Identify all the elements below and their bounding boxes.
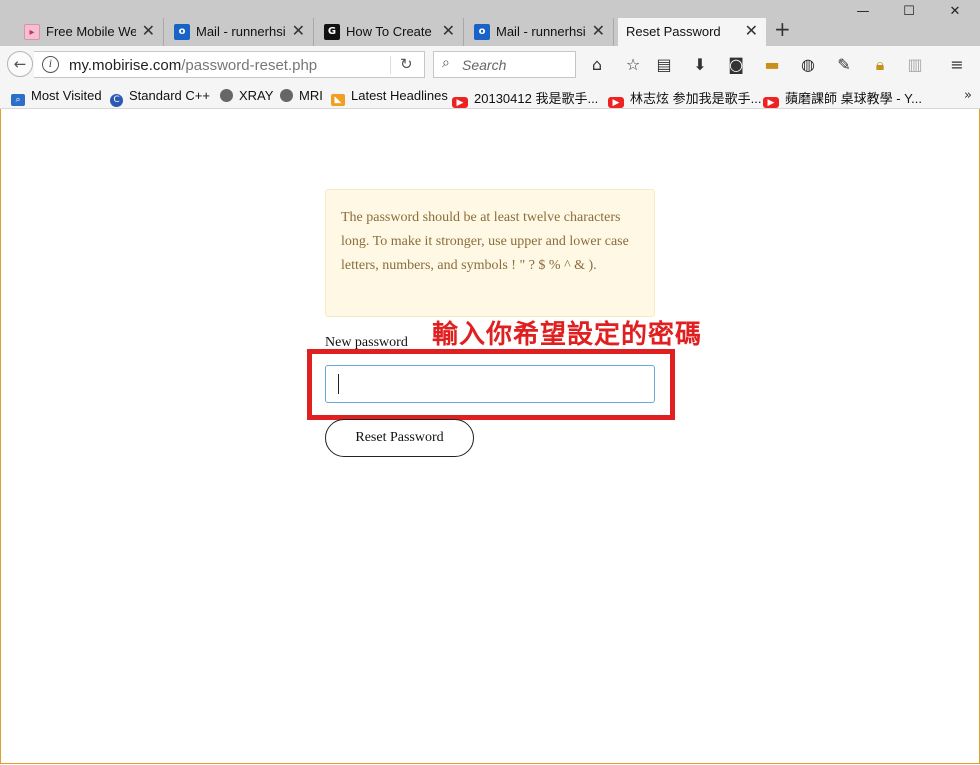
globe-icon	[280, 89, 293, 102]
close-icon[interactable]: ✕	[142, 22, 155, 40]
cpp-icon: C	[110, 94, 123, 107]
nav-bar: ← i my.mobirise.com/password-reset.php ↻…	[0, 46, 980, 85]
home-icon[interactable]: ⌂	[587, 55, 607, 75]
tab-reset-password[interactable]: Reset Password ✕	[618, 18, 766, 46]
outlook-icon: o	[174, 24, 190, 40]
close-window-button[interactable]: ✕	[932, 4, 978, 28]
bookmark-xray[interactable]: XRAY	[220, 88, 273, 106]
bookmarks-overflow-icon[interactable]: »	[964, 88, 972, 103]
reload-icon[interactable]: ↻	[400, 55, 413, 73]
tab-bar: ▸ Free Mobile Website Builder ✕ o Mail -…	[0, 0, 980, 46]
pocket-icon[interactable]: ◙	[726, 55, 746, 75]
bookmark-label: MRI	[299, 88, 323, 103]
menu-icon[interactable]: ≡	[947, 55, 967, 75]
close-icon[interactable]: ✕	[592, 22, 605, 40]
search-bar[interactable]: ⌕	[433, 51, 576, 78]
reset-password-button[interactable]: Reset Password	[325, 419, 474, 457]
search-input[interactable]	[460, 55, 574, 75]
tab-title: Reset Password	[626, 24, 721, 39]
back-button[interactable]: ←	[7, 51, 33, 77]
tab-mail-1[interactable]: o Mail - runnerhsieh ✕	[166, 18, 314, 46]
globe-icon	[220, 89, 233, 102]
bookmark-youtube-3[interactable]: ▶ 蘋磨課師 桌球教學 - Y...	[763, 88, 922, 108]
tab-title: Mail - runnerhsieh	[496, 24, 586, 39]
password-requirements-notice: The password should be at least twelve c…	[325, 189, 655, 317]
lock-extension-icon[interactable]: 🔒︎	[870, 55, 890, 75]
rss-icon: ◣	[331, 94, 345, 106]
site-info-icon[interactable]: i	[42, 56, 59, 73]
back-arrow-icon: ←	[13, 55, 27, 73]
minimize-button[interactable]: —	[840, 4, 886, 28]
youtube-icon: ▶	[452, 97, 468, 108]
close-icon[interactable]: ✕	[292, 22, 305, 40]
bookmark-label: XRAY	[239, 88, 274, 103]
eyedropper-icon[interactable]: ✎	[834, 55, 854, 75]
bookmark-most-visited[interactable]: ⌕ Most Visited	[11, 88, 102, 106]
close-icon[interactable]: ✕	[745, 22, 758, 40]
url-host: my.mobirise.com	[69, 57, 182, 74]
library-icon[interactable]: ▤	[654, 55, 674, 75]
bookmark-mri[interactable]: MRI	[280, 88, 323, 106]
bookmark-label: 蘋磨課師 桌球教學 - Y...	[785, 91, 922, 106]
g-icon: G	[324, 24, 340, 40]
bookmarks-toolbar: ⌕ Most Visited C Standard C++ XRAY MRI ◣ La…	[0, 85, 980, 109]
bookmark-label: Latest Headlines	[351, 88, 448, 103]
bookmark-youtube-2[interactable]: ▶ 林志炫 参加我是歌手...	[608, 88, 762, 108]
tab-free-mobile[interactable]: ▸ Free Mobile Website Builder ✕	[16, 18, 164, 46]
tab-title: Mail - runnerhsieh	[196, 24, 286, 39]
new-password-input[interactable]	[325, 365, 655, 403]
translate-globe-icon[interactable]: ◍	[798, 55, 818, 75]
tab-title: How To Create Password	[346, 24, 436, 39]
youtube-icon: ▶	[763, 97, 779, 108]
url-text[interactable]: my.mobirise.com/password-reset.php	[69, 57, 317, 74]
mobirise-icon: ▸	[24, 24, 40, 40]
download-icon[interactable]: ⬇	[690, 55, 710, 75]
bookmark-standard-cpp[interactable]: C Standard C++	[110, 88, 210, 107]
bookmark-label: 20130412 我是歌手...	[474, 91, 599, 106]
outlook-icon: o	[474, 24, 490, 40]
most-visited-icon: ⌕	[11, 94, 25, 106]
url-bar[interactable]: i my.mobirise.com/password-reset.php ↻	[34, 51, 425, 78]
tab-how-to-create[interactable]: G How To Create Password ✕	[316, 18, 464, 46]
search-icon: ⌕	[442, 55, 450, 71]
reader-view-icon[interactable]: ▥	[905, 55, 925, 75]
annotation-text: 輸入你希望設定的密碼	[432, 320, 703, 350]
bookmark-star-icon[interactable]: ☆	[623, 55, 643, 75]
close-icon[interactable]: ✕	[442, 22, 455, 40]
bookmark-label: Most Visited	[31, 88, 102, 103]
screenshot-icon[interactable]: ▬	[762, 55, 782, 75]
bookmark-label: Standard C++	[129, 88, 210, 103]
new-tab-button[interactable]: +	[774, 17, 791, 41]
url-divider	[390, 56, 391, 74]
bookmark-latest-headlines[interactable]: ◣ Latest Headlines	[331, 88, 448, 106]
url-path: /password-reset.php	[181, 57, 318, 74]
bookmark-label: 林志炫 参加我是歌手...	[630, 91, 762, 106]
maximize-button[interactable]: ☐	[886, 4, 932, 28]
text-caret	[338, 374, 339, 394]
youtube-icon: ▶	[608, 97, 624, 108]
bookmark-youtube-1[interactable]: ▶ 20130412 我是歌手...	[452, 88, 599, 108]
tab-title: Free Mobile Website Builder	[46, 24, 136, 39]
tab-mail-2[interactable]: o Mail - runnerhsieh ✕	[466, 18, 614, 46]
